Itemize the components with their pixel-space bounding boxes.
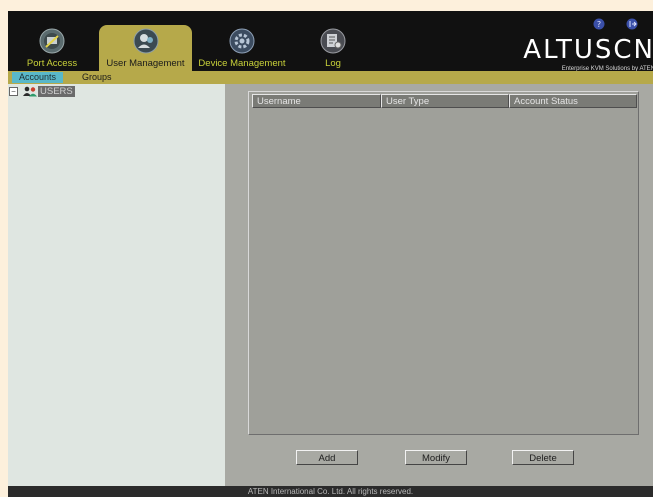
- users-group-icon: [23, 86, 37, 97]
- modify-button[interactable]: Modify: [405, 450, 467, 465]
- log-icon: [320, 28, 346, 54]
- port-access-icon: [39, 28, 65, 54]
- nav-tab-label: Device Management: [198, 58, 286, 69]
- app-window: Port Access User Management Device Manag…: [8, 11, 653, 497]
- logout-icon[interactable]: [626, 18, 638, 30]
- subtab-accounts[interactable]: Accounts: [12, 72, 63, 83]
- tree-label-users[interactable]: USERS: [38, 86, 75, 97]
- nav-tab-label: Port Access: [26, 58, 78, 69]
- table-body[interactable]: [252, 109, 635, 431]
- delete-button[interactable]: Delete: [512, 450, 574, 465]
- help-icon[interactable]: ?: [593, 18, 605, 30]
- brand-name: ALTUSCN: [523, 35, 653, 65]
- nav-tab-device-management[interactable]: Device Management: [198, 25, 286, 71]
- add-button[interactable]: Add: [296, 450, 358, 465]
- nav-tab-port-access[interactable]: Port Access: [12, 25, 92, 71]
- column-header-account-status[interactable]: Account Status: [509, 94, 637, 108]
- users-tree-panel: − USERS: [8, 84, 225, 486]
- column-header-user-type[interactable]: User Type: [381, 94, 509, 108]
- table-header: Username User Type Account Status: [252, 94, 637, 108]
- nav-tab-log[interactable]: Log: [306, 25, 360, 71]
- user-management-icon: [133, 28, 158, 54]
- subtab-bar: Accounts Groups: [8, 71, 653, 84]
- device-management-icon: [229, 28, 255, 54]
- svg-text:?: ?: [597, 20, 601, 29]
- nav-tab-label: User Management: [106, 58, 185, 69]
- column-header-username[interactable]: Username: [252, 94, 381, 108]
- nav-tab-label: Log: [325, 58, 341, 69]
- header-bar: Port Access User Management Device Manag…: [8, 11, 653, 72]
- accounts-table: Username User Type Account Status: [248, 91, 639, 435]
- brand-logo: ALTUSCN Enterprise KVM Solutions by ATEN: [515, 35, 653, 72]
- nav-tab-user-management[interactable]: User Management: [99, 25, 192, 71]
- subtab-groups[interactable]: Groups: [78, 72, 116, 83]
- collapse-toggle[interactable]: −: [9, 87, 18, 96]
- footer-copyright: ATEN International Co. Ltd. All rights r…: [8, 486, 653, 497]
